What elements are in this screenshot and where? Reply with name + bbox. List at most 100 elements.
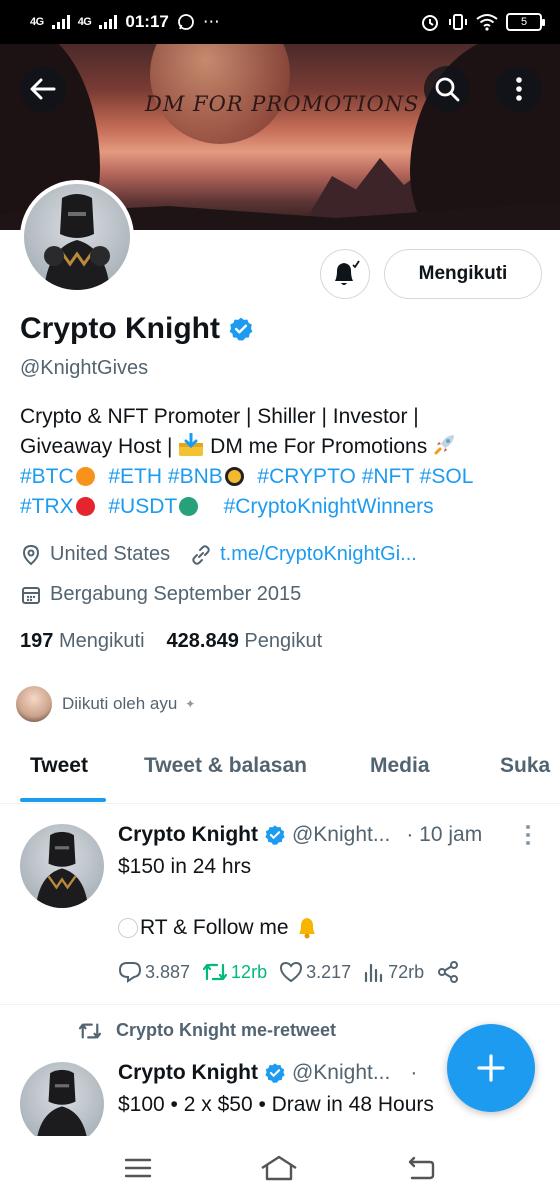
- following-button[interactable]: Mengikuti: [384, 249, 542, 299]
- banner-text: DM FOR PROMOTIONS: [145, 92, 420, 116]
- retweeted-by-text: Crypto Knight me-retweet: [116, 1020, 337, 1040]
- verified-badge-icon: [229, 317, 253, 341]
- location-text: United States: [50, 543, 171, 565]
- profile-name: Crypto Knight: [20, 312, 220, 345]
- verified-badge-icon: [265, 1063, 285, 1083]
- tweet-author-name: Crypto Knight: [118, 1061, 258, 1084]
- verified-badge-icon: [265, 825, 285, 845]
- bio-line-4: #TRX #USDT #CryptoKnightWinners: [20, 492, 545, 522]
- signal-bars-icon: [99, 15, 118, 29]
- tweet-text-line-1: $150 in 24 hrs: [118, 855, 252, 878]
- following-stat[interactable]: 197 Mengikuti: [20, 630, 145, 653]
- retweet-action[interactable]: 12rb: [202, 961, 267, 983]
- tweet-avatar[interactable]: [20, 1062, 104, 1146]
- followed-by-text: Diikuti oleh ayu: [62, 694, 178, 713]
- signal-1: 4G: [30, 15, 44, 28]
- more-vertical-icon: [516, 77, 522, 101]
- hashtag-trx[interactable]: #TRX: [20, 495, 74, 518]
- tweet-more-icon[interactable]: [524, 824, 532, 846]
- tweet-time: ·: [410, 1061, 418, 1084]
- bio-line-1: Crypto & NFT Promoter | Shiller | Invest…: [20, 405, 419, 428]
- bell-emoji-icon: [298, 918, 315, 939]
- status-bar: 4G 4G 01:17 ⋯ 5: [0, 0, 560, 44]
- battery-icon: 5: [506, 13, 545, 31]
- tab-tweets[interactable]: Tweet: [30, 754, 88, 778]
- back-nav-icon[interactable]: [406, 1156, 436, 1180]
- hashtag-nft[interactable]: #NFT: [362, 465, 414, 488]
- followed-by-row[interactable]: Diikuti oleh ayu ✦: [14, 684, 195, 724]
- search-icon: [435, 77, 460, 102]
- white-circle-icon: [118, 918, 138, 938]
- tweet-author-name: Crypto Knight: [118, 823, 258, 846]
- whatsapp-icon: [177, 14, 194, 30]
- tab-likes[interactable]: Suka: [500, 754, 550, 778]
- profile-avatar[interactable]: [20, 180, 134, 294]
- retweet-icon: [78, 1023, 102, 1038]
- retweet-context: Crypto Knight me-retweet: [78, 1020, 336, 1041]
- knight-avatar-image: [44, 194, 110, 290]
- profile-bio: Crypto & NFT Promoter | Shiller | Invest…: [20, 402, 545, 522]
- location-pin-icon: [22, 544, 40, 565]
- joined-row: Bergabung September 2015: [20, 583, 301, 606]
- bell-check-icon: [335, 260, 360, 285]
- notifications-toggle-button[interactable]: [320, 249, 370, 299]
- calendar-icon: [22, 586, 40, 604]
- like-action[interactable]: 3.217: [279, 961, 351, 983]
- active-tab-indicator: [20, 798, 106, 802]
- clock: 01:17: [125, 12, 169, 31]
- home-icon[interactable]: [259, 1154, 299, 1182]
- more-options-button[interactable]: [496, 66, 542, 112]
- tab-media[interactable]: Media: [370, 754, 430, 778]
- hashtag-usdt[interactable]: #USDT: [108, 495, 177, 518]
- share-action[interactable]: [436, 960, 460, 984]
- location-link-row: United States t.me/CryptoKnightGi...: [20, 543, 417, 566]
- wifi-icon: [476, 14, 498, 31]
- views-action[interactable]: 72rb: [363, 961, 424, 983]
- vibrate-icon: [449, 14, 467, 30]
- reply-icon: [118, 962, 142, 983]
- bio-line-3: #BTC #ETH #BNB #CRYPTO #NFT #SOL: [20, 462, 545, 492]
- tweet-actions: 3.887 12rb 3.217 72rb: [118, 960, 472, 984]
- heart-icon: [280, 961, 303, 983]
- profile-tabs: Tweet Tweet & balasan Media Suka: [0, 744, 560, 804]
- rocket-icon: [434, 435, 455, 455]
- reply-action[interactable]: 3.887: [118, 961, 190, 983]
- hashtag-bnb[interactable]: #BNB: [168, 465, 223, 488]
- hashtag-btc[interactable]: #BTC: [20, 465, 74, 488]
- compose-tweet-button[interactable]: [447, 1024, 535, 1112]
- tether-icon: [179, 497, 199, 516]
- follower-avatar: [14, 684, 54, 724]
- profile-link[interactable]: t.me/CryptoKnightGi...: [220, 543, 417, 566]
- tweet-time: · 10 jam: [406, 823, 483, 846]
- bitcoin-icon: [75, 467, 95, 486]
- system-nav-bar: [0, 1136, 560, 1200]
- sparkle-icon: ✦: [185, 697, 196, 711]
- link-icon: [192, 544, 210, 565]
- hashtag-sol[interactable]: #SOL: [420, 465, 474, 488]
- back-button[interactable]: [20, 66, 66, 112]
- hashtag-winners[interactable]: #CryptoKnightWinners: [224, 495, 434, 518]
- tweet-header: Crypto Knight @Knight... · 10 jam: [118, 823, 482, 847]
- share-icon: [438, 961, 459, 983]
- tweet-text-line-1: $100 • 2 x $50 • Draw in 48 Hours: [118, 1093, 434, 1116]
- inbox-tray-icon: [179, 432, 204, 456]
- follow-stats: 197 Mengikuti 428.849 Pengikut: [20, 630, 322, 653]
- more-notifications: ⋯: [202, 12, 220, 31]
- tab-tweets-replies[interactable]: Tweet & balasan: [144, 754, 307, 778]
- bnb-icon: [224, 467, 244, 486]
- followers-stat[interactable]: 428.849 Pengikut: [167, 630, 323, 653]
- tweet-text-line-2: RT & Follow me: [118, 916, 319, 940]
- plus-icon: [477, 1054, 505, 1082]
- bio-line-2: Giveaway Host | DM me For Promotions: [20, 432, 545, 462]
- knight-avatar-image: [35, 1069, 89, 1146]
- joined-text: Bergabung September 2015: [50, 583, 302, 605]
- hashtag-crypto[interactable]: #CRYPTO: [257, 465, 355, 488]
- tweet-avatar[interactable]: [20, 824, 104, 908]
- profile-handle: @KnightGives: [20, 357, 149, 379]
- tron-icon: [75, 497, 95, 516]
- menu-icon[interactable]: [124, 1157, 152, 1179]
- hashtag-eth[interactable]: #ETH: [108, 465, 162, 488]
- alarm-icon: [422, 15, 438, 31]
- tweet-author-handle: @Knight...: [291, 1061, 391, 1084]
- search-button[interactable]: [424, 66, 470, 112]
